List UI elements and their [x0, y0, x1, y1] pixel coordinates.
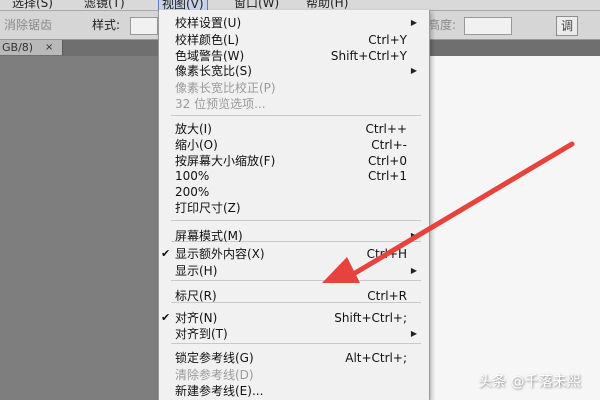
menu-separator [171, 115, 421, 116]
view-menu-item[interactable]: 放大(I) Ctrl++ [159, 121, 429, 137]
style-label: 样式: [92, 18, 121, 32]
view-menu-item[interactable]: 新建参考线(E)... [159, 383, 429, 399]
submenu-arrow-icon: ▶ [410, 231, 417, 240]
menu-item-label: 显示(H) [175, 264, 218, 278]
document-tab[interactable]: GB/8) × [0, 40, 63, 55]
menu-item-shortcut: Ctrl+H [366, 247, 407, 261]
menu-item-shortcut: Shift+Ctrl+Y [330, 49, 407, 63]
view-menu-item[interactable]: 缩小(O) Ctrl+- [159, 137, 429, 153]
submenu-arrow-icon: ▶ [410, 18, 417, 27]
menu-item-label: 100% [175, 169, 210, 183]
menu-item-shortcut: Ctrl+0 [367, 154, 407, 168]
view-menu-item[interactable]: 校样颜色(L) Ctrl+Y [159, 32, 429, 48]
view-menu-item[interactable]: 像素长宽比(S) ▶ [159, 63, 429, 79]
menu-help[interactable]: 帮助(H) [306, 0, 348, 10]
view-menu-item[interactable]: ✔ 显示额外内容(X) Ctrl+H [159, 246, 429, 262]
menu-separator [171, 280, 421, 281]
style-select[interactable] [130, 17, 158, 35]
panel-area [420, 56, 600, 400]
menu-separator [171, 220, 421, 221]
menu-item-label: 新建参考线(E)... [175, 384, 264, 398]
menu-item-shortcut: Alt+Ctrl+; [345, 351, 407, 365]
menu-item-label: 打印尺寸(Z) [175, 201, 241, 215]
view-menu-item[interactable]: 打印尺寸(Z) [159, 200, 429, 216]
menu-item-label: 像素长宽比校正(P) [175, 81, 276, 95]
menu-item-label: 放大(I) [175, 122, 212, 136]
menu-item-label: 显示额外内容(X) [175, 247, 265, 261]
menu-select[interactable]: 选择(S) [12, 0, 53, 10]
antialias-checkbox-label[interactable]: 消除锯齿 [4, 11, 52, 39]
menu-item-label: 32 位预览选项... [175, 97, 266, 111]
view-menu-item[interactable]: 200% [159, 184, 429, 200]
menu-item-shortcut: Ctrl+1 [367, 169, 407, 183]
menu-item-label: 对齐(N) [175, 311, 218, 325]
height-label: 高度: [428, 18, 457, 32]
menu-window[interactable]: 窗口(W) [234, 0, 279, 10]
document-tab-caption: GB/8) [2, 41, 34, 54]
menu-item-label: 校样设置(U) [175, 16, 242, 30]
check-icon: ✔ [161, 311, 171, 324]
menu-item-shortcut: Ctrl+- [371, 138, 407, 152]
menu-item-shortcut: Ctrl++ [365, 122, 407, 136]
submenu-arrow-icon: ▶ [410, 66, 417, 75]
view-menu-item[interactable]: 锁定参考线(G) Alt+Ctrl+; [159, 350, 429, 366]
menu-item-label: 锁定参考线(G) [175, 351, 254, 365]
adjust-edge-button[interactable]: 调 [556, 16, 579, 36]
view-menu-item[interactable]: 标尺(R) Ctrl+R [159, 288, 429, 304]
menu-filter[interactable]: 滤镜(T) [84, 0, 125, 10]
adjust-edge-label: 调 [561, 19, 574, 33]
menu-item-shortcut: Ctrl+Y [368, 33, 407, 47]
menu-item-label: 200% [175, 185, 210, 199]
submenu-arrow-icon: ▶ [410, 266, 417, 275]
menu-item-label: 标尺(R) [175, 289, 217, 303]
view-menu-item[interactable]: 对齐到(T) ▶ [159, 326, 429, 342]
view-menu-item: 清除参考线(D) [159, 367, 429, 383]
view-menu-item[interactable]: 校样设置(U) ▶ [159, 15, 429, 31]
menu-item-label: 像素长宽比(S) [175, 64, 252, 78]
menu-item-label: 校样颜色(L) [175, 33, 240, 47]
view-menu-item[interactable]: 色域警告(W) Shift+Ctrl+Y [159, 48, 429, 64]
menu-item-label: 色域警告(W) [175, 49, 245, 63]
menu-item-shortcut: Shift+Ctrl+; [334, 311, 407, 325]
watermark: 头条 @千落未熙 [478, 374, 581, 390]
submenu-arrow-icon: ▶ [410, 329, 417, 338]
view-menu-item[interactable]: ✔ 对齐(N) Shift+Ctrl+; [159, 310, 429, 326]
height-field[interactable] [464, 17, 512, 35]
view-menu-item[interactable]: 按屏幕大小缩放(F) Ctrl+0 [159, 153, 429, 169]
view-menu-item: 32 位预览选项... [159, 96, 429, 112]
view-menu-item[interactable]: 100% Ctrl+1 [159, 168, 429, 184]
check-icon: ✔ [161, 247, 171, 260]
menu-item-label: 清除参考线(D) [175, 368, 254, 382]
close-icon[interactable]: × [45, 40, 53, 55]
menu-item-shortcut: Ctrl+R [367, 289, 407, 303]
menu-item-label: 对齐到(T) [175, 327, 228, 341]
view-menu-item[interactable]: 显示(H) ▶ [159, 263, 429, 279]
view-menu-item: 像素长宽比校正(P) [159, 80, 429, 96]
menu-item-label: 按屏幕大小缩放(F) [175, 154, 276, 168]
menu-separator [171, 343, 421, 344]
view-menu-item[interactable]: 屏幕模式(M) ▶ [159, 228, 429, 244]
view-menu-dropdown: 校样设置(U) ▶ 校样颜色(L) Ctrl+Y 色域警告(W) Shift+Ctrl+Y… [158, 10, 430, 400]
menu-item-label: 屏幕模式(M) [175, 229, 243, 243]
menu-item-label: 缩小(O) [175, 138, 218, 152]
